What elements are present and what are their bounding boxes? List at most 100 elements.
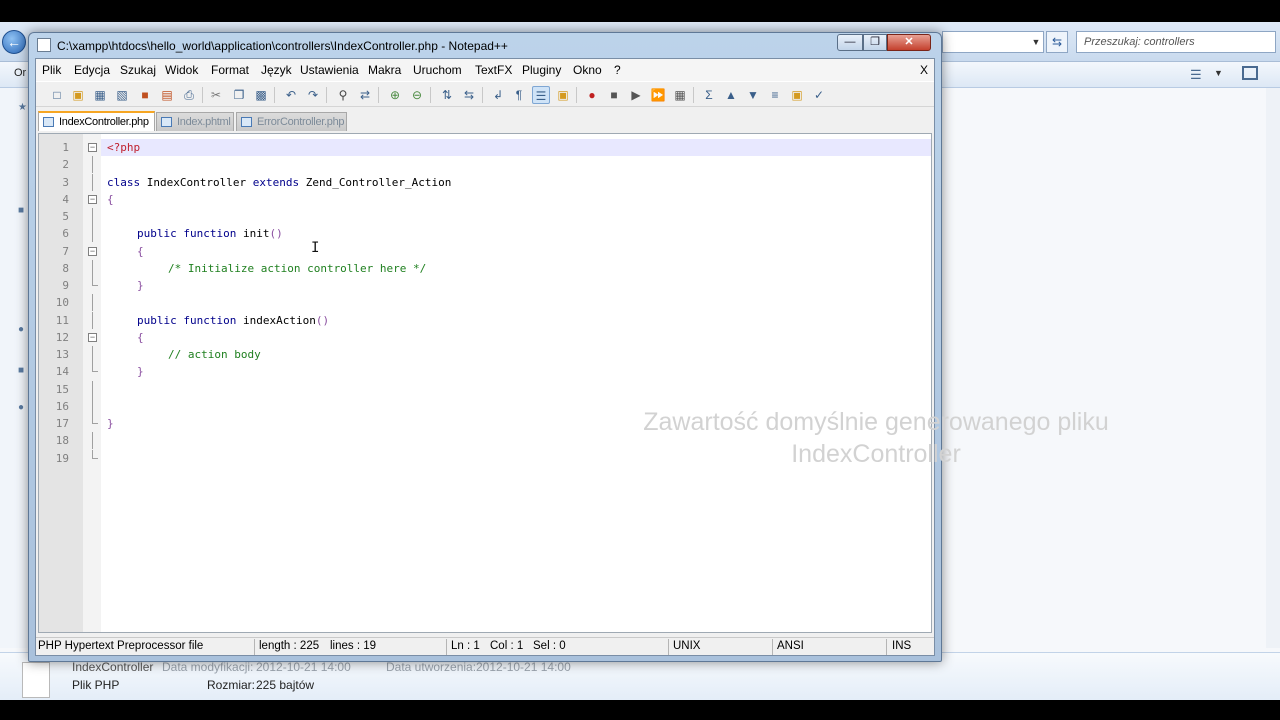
menu-uruchom[interactable]: Uruchom — [413, 63, 462, 77]
code-editor[interactable]: 1 − <?php 2 3 class IndexController exte… — [38, 133, 932, 633]
code-line: 3 class IndexController extends Zend_Con… — [39, 173, 931, 191]
network-icon: ● — [18, 324, 25, 335]
preview-pane-icon[interactable] — [1242, 66, 1258, 80]
code-text: } — [107, 417, 114, 430]
print-icon[interactable]: ⎙ — [180, 86, 198, 104]
code-text: public function indexAction() — [137, 313, 330, 327]
fold-guide — [92, 156, 93, 174]
toolbar-separator — [274, 87, 275, 103]
save-icon[interactable]: ▦ — [91, 86, 109, 104]
details-created-value: 2012-10-21 14:00 — [476, 660, 571, 674]
sync-horizontal-icon[interactable]: ⇆ — [460, 86, 478, 104]
zoom-out-icon[interactable]: ⊖ — [408, 86, 426, 104]
menu-jezyk[interactable]: Język — [261, 63, 292, 77]
menu-szukaj[interactable]: Szukaj — [120, 63, 156, 77]
sync-vertical-icon[interactable]: ⇅ — [438, 86, 456, 104]
play-macro-icon[interactable]: ▶ — [627, 86, 645, 104]
explorer-nav-label: Or — [14, 67, 27, 79]
menu-widok[interactable]: Widok — [165, 63, 198, 77]
fold-guide — [92, 208, 93, 225]
status-encoding: ANSI — [777, 640, 804, 652]
paste-icon[interactable]: ▩ — [252, 86, 270, 104]
find-icon[interactable]: ⚲ — [334, 86, 352, 104]
text-cursor-icon: I — [311, 240, 320, 256]
new-file-icon[interactable]: □ — [48, 86, 66, 104]
details-file-type: Plik PHP — [72, 678, 120, 692]
stop-macro-icon[interactable]: ■ — [605, 86, 623, 104]
close-document-button[interactable]: X — [920, 63, 928, 77]
close-file-icon[interactable]: ■ — [136, 86, 154, 104]
replace-icon[interactable]: ⇄ — [356, 86, 374, 104]
sigma-icon[interactable]: Σ — [700, 86, 718, 104]
toolbar-separator — [430, 87, 431, 103]
view-options-icon[interactable]: ☰ — [1190, 67, 1202, 83]
indent-guide-icon[interactable]: ☰ — [532, 86, 550, 104]
folder-as-workspace-icon[interactable]: ▣ — [554, 86, 572, 104]
menu-plik[interactable]: Plik — [42, 63, 61, 77]
line-number: 1 — [62, 141, 69, 154]
arrow-down-icon[interactable]: ▼ — [744, 86, 762, 104]
menu-ustawienia[interactable]: Ustawienia — [300, 63, 359, 77]
window-title: C:\xampp\htdocs\hello_world\application\… — [57, 39, 508, 53]
fold-end-marker — [92, 449, 98, 459]
chevron-down-icon[interactable]: ▼ — [1214, 68, 1223, 78]
save-all-icon[interactable]: ▧ — [113, 86, 131, 104]
menu-textfx[interactable]: TextFX — [475, 63, 512, 77]
tab-index-phtml[interactable]: Index.phtml — [156, 112, 234, 131]
sort-icon[interactable]: ≡ — [766, 86, 784, 104]
line-number: 11 — [55, 313, 69, 327]
show-all-chars-icon[interactable]: ¶ — [510, 86, 528, 104]
status-separator — [772, 639, 773, 655]
copy-icon[interactable]: ❐ — [230, 86, 248, 104]
file-icon — [161, 117, 172, 127]
word-wrap-icon[interactable]: ↲ — [489, 86, 507, 104]
fold-toggle[interactable]: − — [88, 332, 97, 342]
record-macro-icon[interactable]: ● — [583, 86, 601, 104]
tab-indexcontroller[interactable]: IndexController.php — [38, 111, 155, 131]
fold-guide — [92, 432, 93, 450]
menu-help[interactable]: ? — [614, 63, 621, 77]
fold-toggle[interactable]: − — [88, 194, 97, 204]
window-title-bar[interactable]: C:\xampp\htdocs\hello_world\application\… — [37, 35, 837, 57]
maximize-button[interactable]: ❐ — [863, 34, 887, 51]
code-line: 14 } — [39, 363, 931, 380]
refresh-icon[interactable]: ⇆ — [1046, 31, 1068, 53]
save-macro-icon[interactable]: ▦ — [671, 86, 689, 104]
fold-toggle[interactable]: − — [88, 143, 97, 152]
spellcheck-icon[interactable]: ✓ — [810, 86, 828, 104]
back-arrow-icon[interactable]: ← — [2, 30, 26, 54]
code-line: 7 − { — [39, 243, 931, 260]
file-icon — [43, 117, 54, 127]
line-number: 10 — [55, 296, 69, 310]
explorer-scrollbar[interactable] — [1266, 88, 1280, 648]
close-all-icon[interactable]: ▤ — [158, 86, 176, 104]
menu-okno[interactable]: Okno — [573, 63, 602, 77]
toolbar-separator — [326, 87, 327, 103]
code-line: 5 — [39, 208, 931, 225]
minimize-button[interactable]: — — [837, 34, 863, 51]
close-button[interactable]: ✕ — [887, 34, 931, 51]
arrow-up-icon[interactable]: ▲ — [722, 86, 740, 104]
fold-end-marker — [92, 277, 98, 286]
menu-makra[interactable]: Makra — [368, 63, 401, 77]
tab-errorcontroller[interactable]: ErrorController.php — [236, 112, 347, 131]
redo-icon[interactable]: ↷ — [304, 86, 322, 104]
open-file-icon[interactable]: ▣ — [69, 86, 87, 104]
menu-edycja[interactable]: Edycja — [74, 63, 110, 77]
run-macro-multiple-icon[interactable]: ⏩ — [649, 86, 667, 104]
code-text: { — [107, 192, 114, 206]
line-number: 15 — [55, 382, 69, 396]
fold-toggle[interactable]: − — [88, 246, 97, 256]
undo-icon[interactable]: ↶ — [282, 86, 300, 104]
chevron-down-icon[interactable]: ▼ — [1028, 31, 1044, 53]
zoom-in-icon[interactable]: ⊕ — [386, 86, 404, 104]
code-comment: /* Initialize action controller here */ — [168, 261, 427, 275]
explorer-search-input[interactable]: Przeszukaj: controllers — [1076, 31, 1276, 53]
folder-icon[interactable]: ▣ — [788, 86, 806, 104]
status-selection: Sel : 0 — [533, 640, 566, 652]
line-number: 16 — [55, 399, 69, 413]
menu-format[interactable]: Format — [211, 63, 249, 77]
menu-pluginy[interactable]: Pluginy — [522, 63, 561, 77]
code-text: { — [137, 330, 144, 344]
cut-icon[interactable]: ✂ — [207, 86, 225, 104]
